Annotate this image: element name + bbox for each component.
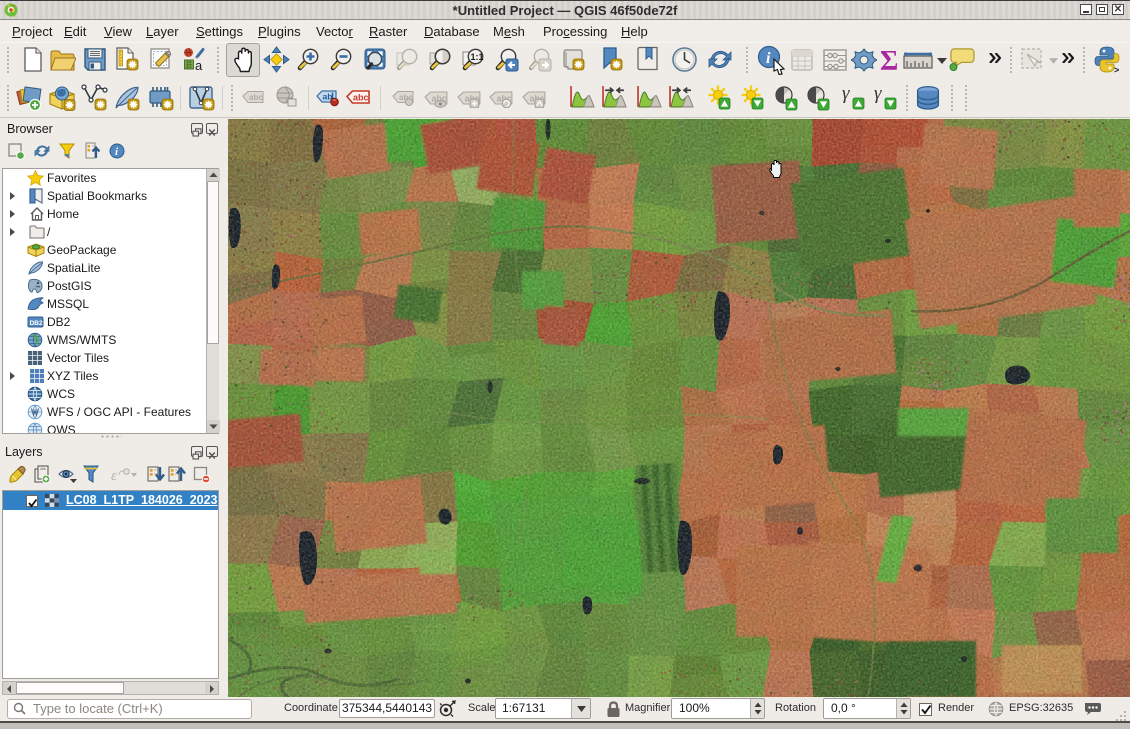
svg-text:Σ: Σ — [880, 46, 898, 74]
svg-text:i: i — [766, 50, 771, 67]
svg-text:DB2: DB2 — [30, 320, 43, 327]
svg-text:a: a — [195, 58, 203, 73]
svg-text:>: > — [1114, 65, 1119, 74]
svg-text:ε: ε — [111, 468, 117, 484]
svg-text:1:1: 1:1 — [471, 52, 484, 62]
svg-text:abc: abc — [353, 93, 369, 103]
